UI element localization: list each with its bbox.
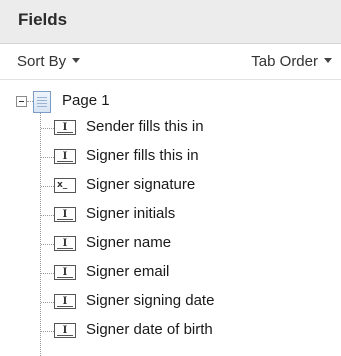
text-field-icon: I — [54, 323, 76, 338]
tree-connector — [41, 331, 54, 332]
field-item[interactable]: I Signer date of birth — [0, 319, 341, 343]
tree-connector — [41, 157, 54, 158]
field-item[interactable]: I Sender fills this in — [0, 116, 341, 140]
text-field-icon: I — [54, 149, 76, 164]
field-item[interactable]: I Signer initials — [0, 203, 341, 227]
text-field-icon: I — [54, 236, 76, 251]
tree-connector — [41, 128, 54, 129]
field-item[interactable]: I Signer email — [0, 261, 341, 285]
field-label: Signer date of birth — [86, 321, 213, 338]
field-item[interactable]: I Signer name — [0, 232, 341, 256]
text-field-icon: I — [54, 120, 76, 135]
field-item[interactable]: x_ Signer signature — [0, 174, 341, 198]
tree-node-page[interactable]: Page 1 — [0, 91, 341, 113]
chevron-down-icon — [72, 58, 81, 63]
field-item[interactable]: I Signer signing date — [0, 290, 341, 314]
field-label: Signer signing date — [86, 292, 215, 309]
field-label: Sender fills this in — [86, 118, 204, 135]
fields-panel: Fields Sort By Tab Order Page 1 I Sender… — [0, 0, 341, 356]
collapse-toggle-icon[interactable] — [16, 96, 27, 107]
page-label: Page 1 — [62, 92, 110, 109]
text-field-icon: I — [54, 207, 76, 222]
tree-connector — [41, 244, 54, 245]
field-label: Signer email — [86, 263, 170, 280]
sort-by-label: Sort By — [17, 53, 67, 70]
field-label: Signer name — [86, 234, 172, 251]
text-field-icon: I — [54, 265, 76, 280]
sort-toolbar: Sort By Tab Order — [0, 44, 341, 80]
panel-header: Fields — [0, 0, 341, 44]
field-item[interactable]: I Signer fills this in — [0, 145, 341, 169]
field-label: Signer initials — [86, 205, 176, 222]
tree-connector — [41, 186, 54, 187]
tree-connector — [41, 215, 54, 216]
field-label: Signer fills this in — [86, 147, 199, 164]
text-field-icon: I — [54, 294, 76, 309]
page-icon — [33, 91, 51, 113]
tab-order-dropdown[interactable]: Tab Order — [251, 53, 332, 70]
signature-field-icon: x_ — [54, 178, 76, 193]
tree-connector — [41, 302, 54, 303]
fields-tree: Page 1 I Sender fills this in I Signer f… — [0, 80, 341, 356]
tab-order-label: Tab Order — [251, 53, 318, 70]
tree-connector — [41, 273, 54, 274]
chevron-down-icon — [324, 58, 332, 63]
field-label: Signer signature — [86, 176, 196, 193]
panel-title: Fields — [18, 10, 68, 29]
sort-by-dropdown[interactable]: Sort By — [17, 53, 81, 70]
